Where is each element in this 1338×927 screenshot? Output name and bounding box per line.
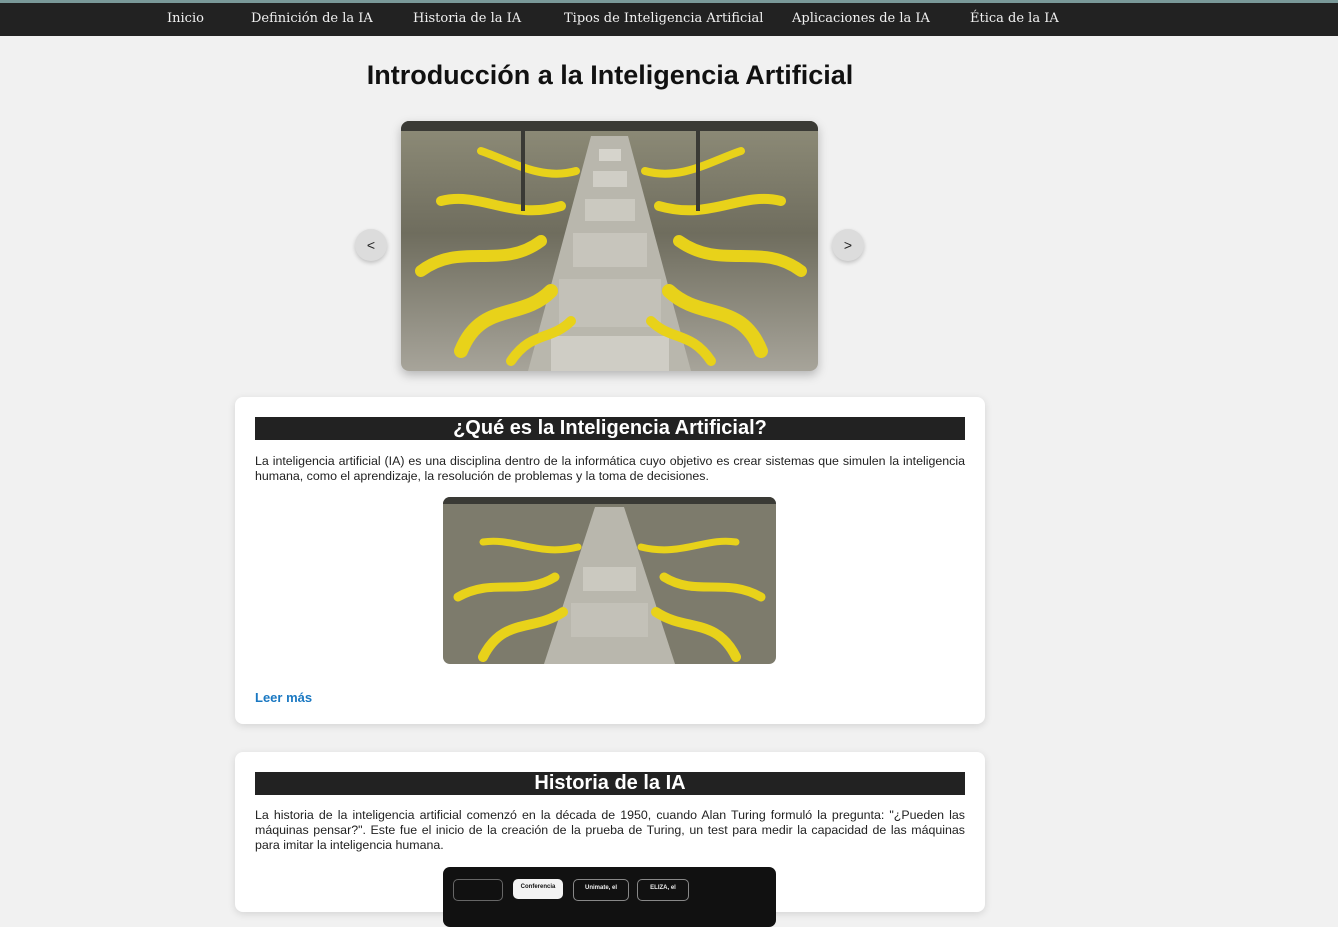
- timeline-box: ELIZA, el: [637, 879, 689, 901]
- top-navbar: Inicio Definición de la IA Historia de l…: [0, 3, 1338, 36]
- timeline-box: Conferencia: [513, 879, 563, 899]
- section-que-es-ia: ¿Qué es la Inteligencia Artificial? La i…: [235, 397, 985, 724]
- nav-historia[interactable]: Historia de la IA: [413, 3, 521, 36]
- carousel-next-button[interactable]: >: [832, 229, 864, 261]
- section-text: La inteligencia artificial (IA) es una d…: [255, 454, 965, 483]
- page-title: Introducción a la Inteligencia Artificia…: [366, 60, 854, 90]
- section-historia: Historia de la IA La historia de la inte…: [235, 752, 985, 927]
- read-more-link[interactable]: Leer más: [255, 690, 312, 705]
- nav-inicio[interactable]: Inicio: [167, 3, 204, 36]
- section-text: La historia de la inteligencia artificia…: [255, 808, 965, 852]
- nav-etica[interactable]: Ética de la IA: [970, 3, 1059, 36]
- nav-definicion[interactable]: Definición de la IA: [251, 3, 373, 36]
- factory-robots-image: [443, 497, 776, 664]
- nav-tipos[interactable]: Tipos de Inteligencia Artificial: [564, 3, 763, 36]
- section-heading: ¿Qué es la Inteligencia Artificial?: [255, 417, 965, 440]
- section-heading: Historia de la IA: [255, 772, 965, 795]
- carousel-image: [401, 121, 818, 371]
- timeline-box: [453, 879, 503, 901]
- nav-aplicaciones[interactable]: Aplicaciones de la IA: [792, 3, 930, 36]
- factory-robots-image: [401, 121, 818, 371]
- carousel-prev-button[interactable]: <: [355, 229, 387, 261]
- timeline-image: Conferencia Unimate, el ELIZA, el: [443, 867, 776, 927]
- timeline-box: Unimate, el: [573, 879, 629, 901]
- section-image: [443, 497, 776, 664]
